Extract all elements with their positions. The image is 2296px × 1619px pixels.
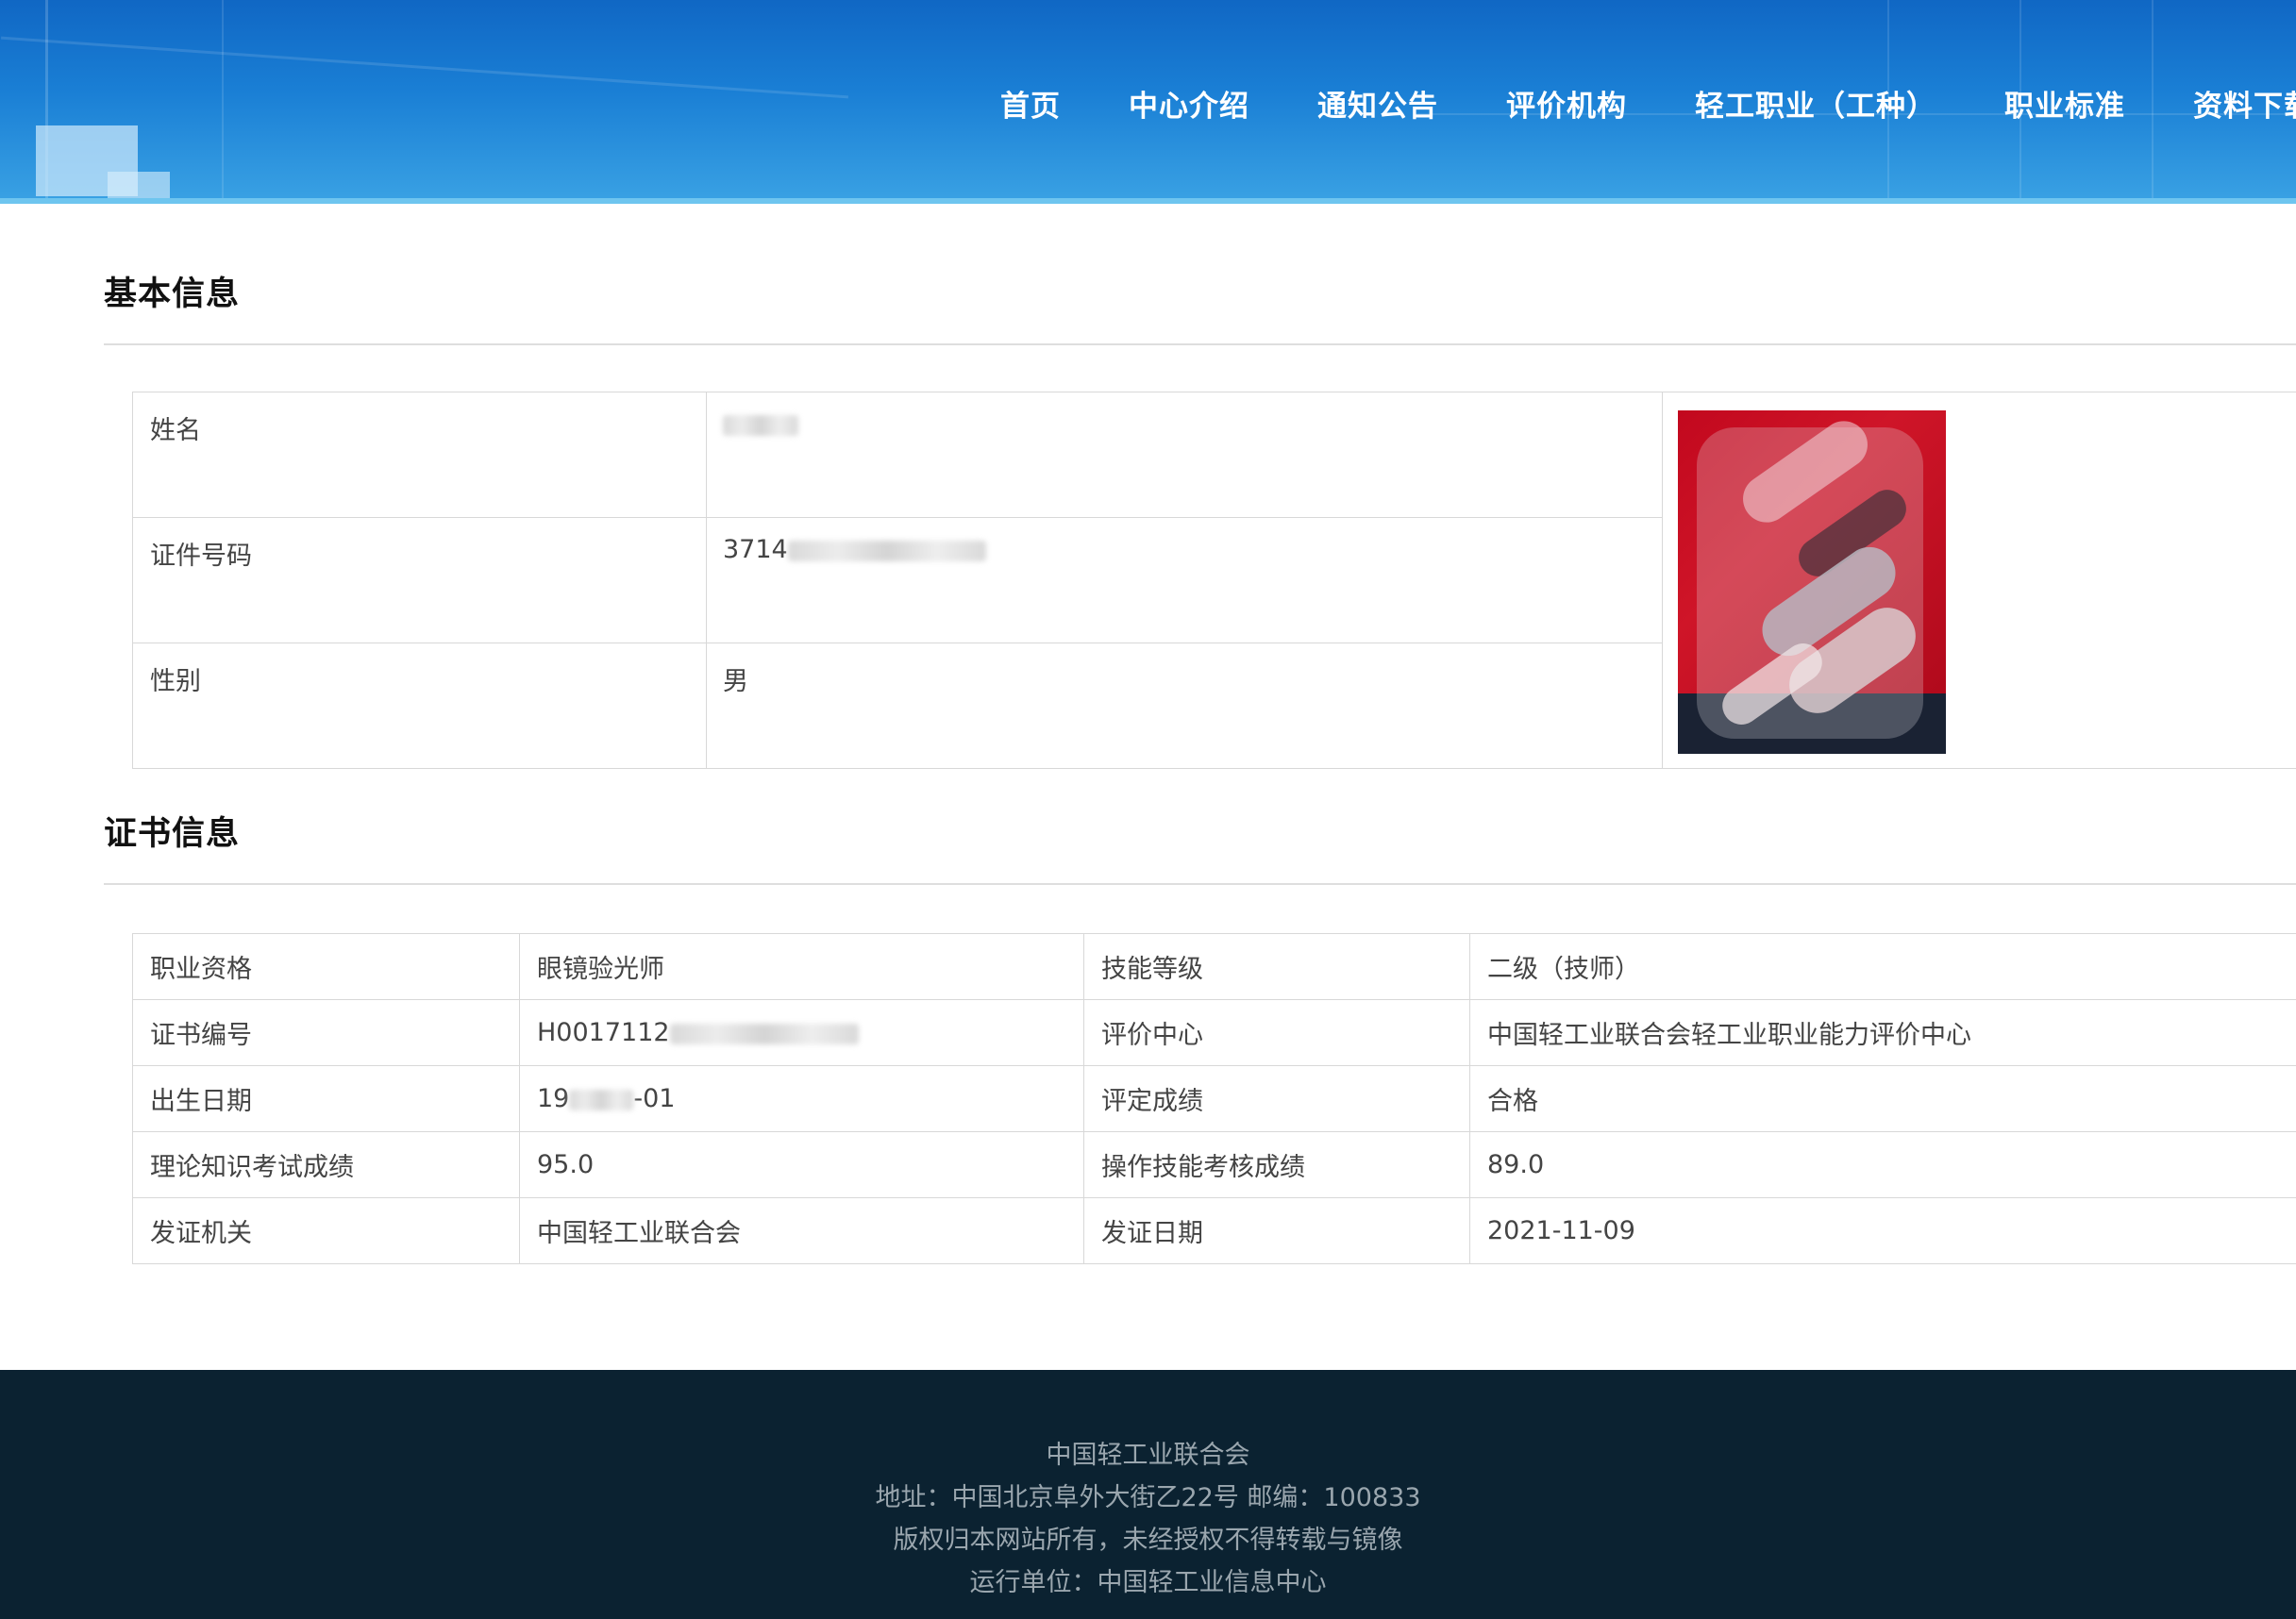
header-decoration-square xyxy=(108,172,170,204)
id-photo xyxy=(1678,410,1946,754)
id-number-value: 3714 xyxy=(707,518,1663,643)
name-value xyxy=(707,392,1663,517)
id-number-text: 3714 xyxy=(723,535,788,564)
nav-home[interactable]: 首页 xyxy=(1000,82,1061,125)
cert-number-label: 证书编号 xyxy=(132,999,520,1066)
name-label: 姓名 xyxy=(133,392,707,517)
issuer-label: 发证机关 xyxy=(132,1197,520,1264)
occupation-value: 眼镜验光师 xyxy=(519,933,1084,1000)
header-decoration-line xyxy=(0,36,849,99)
site-footer: 中国轻工业联合会 地址：中国北京阜外大街乙22号 邮编：100833 版权归本网… xyxy=(0,1370,2296,1619)
table-row: 证书编号 H0017112 评价中心 中国轻工业联合会轻工业职业能力评价中心 xyxy=(132,999,2296,1066)
gender-value: 男 xyxy=(707,643,1663,769)
cert-info-table: 职业资格 眼镜验光师 技能等级 二级（技师） 证书编号 H0017112 评价中… xyxy=(132,933,2296,1264)
birth-date-prefix: 19 xyxy=(537,1084,570,1113)
header-decoration-line xyxy=(222,0,224,204)
skill-level-value: 二级（技师） xyxy=(1469,933,2296,1000)
basic-info-title: 基本信息 xyxy=(104,275,241,313)
main-nav: 首页 中心介绍 通知公告 评价机构 轻工职业（工种） 职业标准 资料下载 xyxy=(1000,79,2296,126)
table-row: 发证机关 中国轻工业联合会 发证日期 2021-11-09 xyxy=(132,1197,2296,1264)
theory-score-label: 理论知识考试成绩 xyxy=(132,1131,520,1198)
assessment-result-value: 合格 xyxy=(1469,1065,2296,1132)
birth-date-value: 19 -01 xyxy=(519,1065,1084,1132)
cert-info-title: 证书信息 xyxy=(104,815,241,853)
occupation-label: 职业资格 xyxy=(132,933,520,1000)
table-row: 出生日期 19 -01 评定成绩 合格 xyxy=(132,1065,2296,1132)
issuer-value: 中国轻工业联合会 xyxy=(519,1197,1084,1264)
footer-operator: 运行单位：中国轻工业信息中心 xyxy=(969,1568,1327,1597)
assessment-result-label: 评定成绩 xyxy=(1083,1065,1470,1132)
redacted-mark xyxy=(787,540,986,561)
basic-info-row: 性别 男 xyxy=(133,643,1663,769)
basic-info-row: 证件号码 3714 xyxy=(133,518,1663,643)
table-row: 职业资格 眼镜验光师 技能等级 二级（技师） xyxy=(132,933,2296,1000)
section-divider xyxy=(104,883,2296,885)
cert-number-text: H0017112 xyxy=(537,1018,670,1047)
redacted-mark xyxy=(669,1023,859,1044)
footer-org: 中国轻工业联合会 xyxy=(1046,1441,1250,1470)
practical-score-value: 89.0 xyxy=(1469,1131,2296,1198)
practical-score-label: 操作技能考核成绩 xyxy=(1083,1131,1470,1198)
site-header: 首页 中心介绍 通知公告 评价机构 轻工职业（工种） 职业标准 资料下载 xyxy=(0,0,2296,204)
issue-date-value: 2021-11-09 xyxy=(1469,1197,2296,1264)
nav-occupations[interactable]: 轻工职业（工种） xyxy=(1695,82,1936,125)
nav-downloads[interactable]: 资料下载 xyxy=(2193,82,2296,125)
section-divider xyxy=(104,343,2296,345)
birth-date-label: 出生日期 xyxy=(132,1065,520,1132)
birth-date-suffix: -01 xyxy=(633,1084,676,1113)
footer-copyright: 版权归本网站所有，未经授权不得转载与镜像 xyxy=(893,1526,1403,1555)
nav-standards[interactable]: 职业标准 xyxy=(2004,82,2125,125)
nav-notices[interactable]: 通知公告 xyxy=(1317,82,1438,125)
nav-center-intro[interactable]: 中心介绍 xyxy=(1129,82,1249,125)
redacted-mark xyxy=(723,414,798,436)
nav-evaluation-institutions[interactable]: 评价机构 xyxy=(1506,82,1627,125)
basic-info-table: 姓名 证件号码 3714 性别 男 xyxy=(132,392,2296,769)
redacted-mark xyxy=(569,1089,634,1110)
gender-label: 性别 xyxy=(133,643,707,769)
basic-info-row: 姓名 xyxy=(133,392,1663,518)
issue-date-label: 发证日期 xyxy=(1083,1197,1470,1264)
cert-number-value: H0017112 xyxy=(519,999,1084,1066)
theory-score-value: 95.0 xyxy=(519,1131,1084,1198)
eval-center-value: 中国轻工业联合会轻工业职业能力评价中心 xyxy=(1469,999,2296,1066)
eval-center-label: 评价中心 xyxy=(1083,999,1470,1066)
id-number-label: 证件号码 xyxy=(133,518,707,643)
table-row: 理论知识考试成绩 95.0 操作技能考核成绩 89.0 xyxy=(132,1131,2296,1198)
skill-level-label: 技能等级 xyxy=(1083,933,1470,1000)
footer-address: 地址：中国北京阜外大街乙22号 邮编：100833 xyxy=(875,1483,1421,1512)
